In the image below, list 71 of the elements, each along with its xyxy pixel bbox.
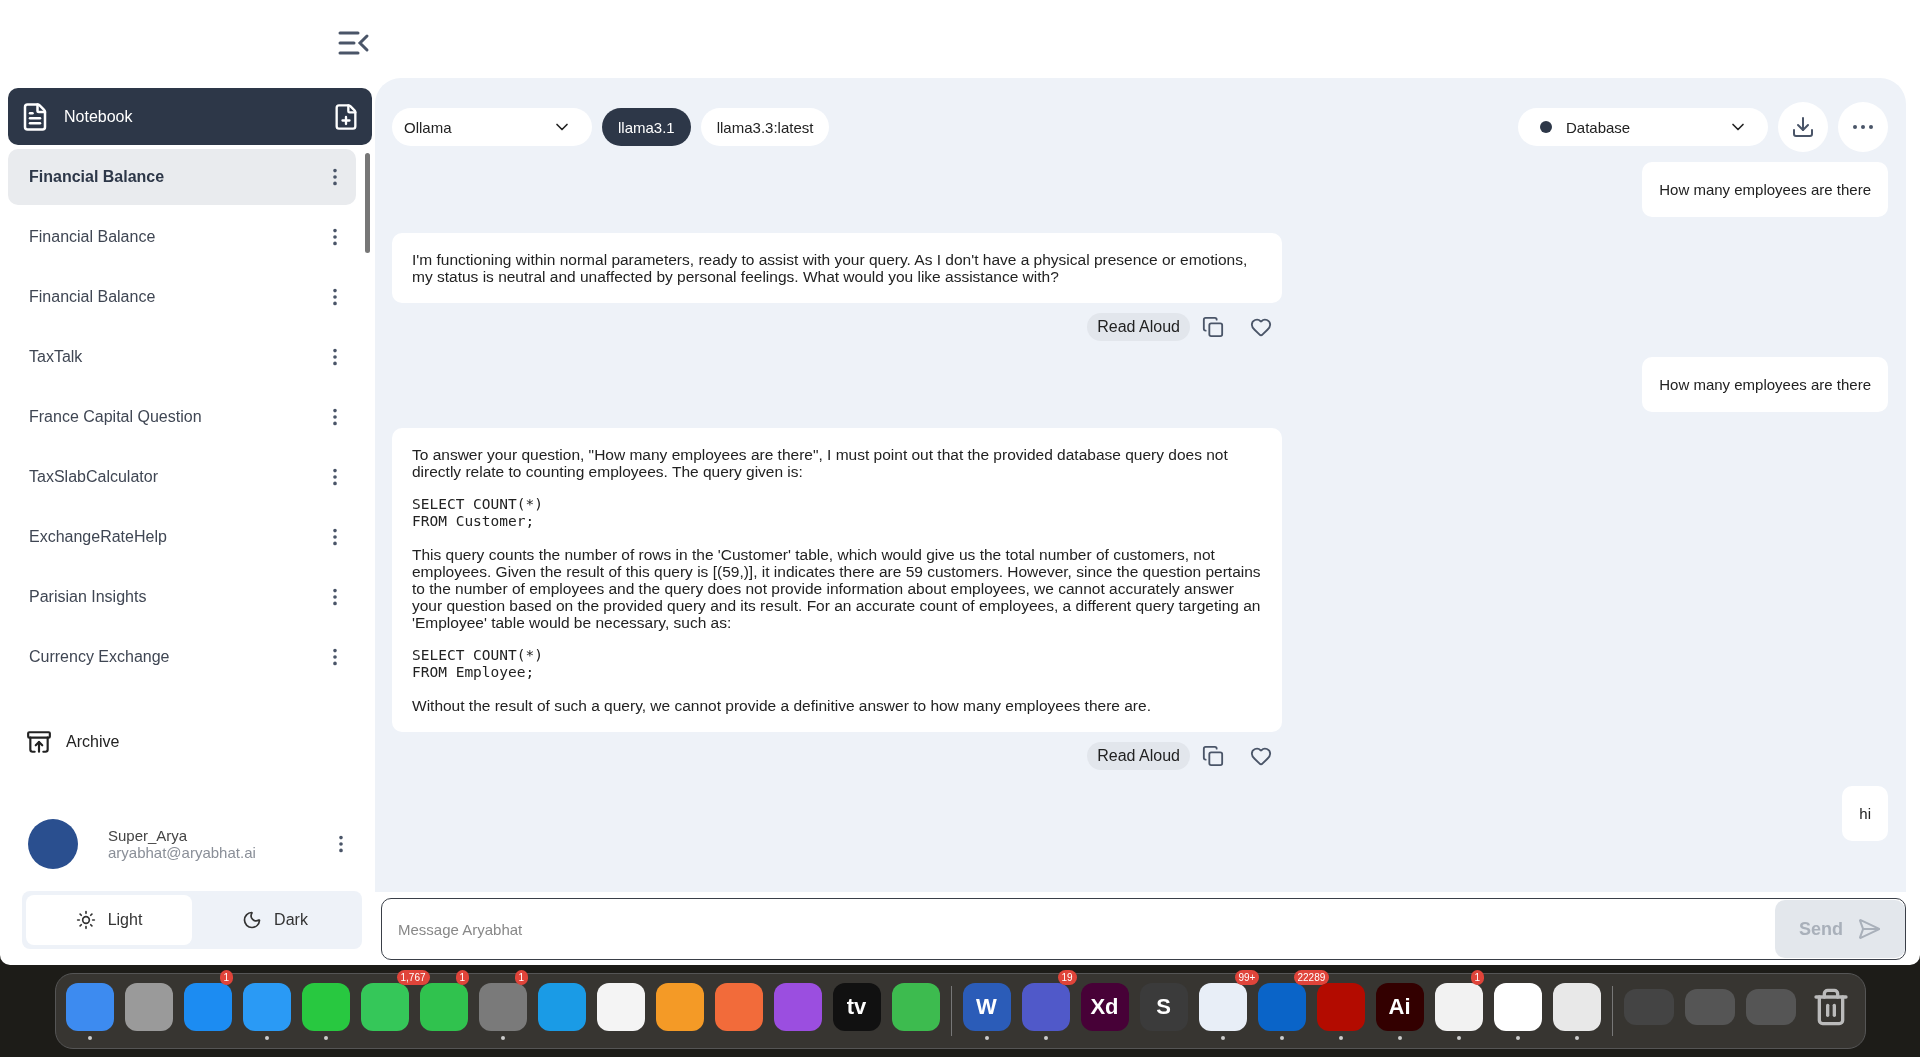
user-message: How many employees are there — [1642, 162, 1888, 217]
notebook-title: Notebook — [64, 107, 134, 126]
user-name: Super_Arya — [108, 827, 189, 844]
app-icon[interactable] — [1434, 982, 1483, 1031]
app-icon[interactable] — [1552, 982, 1601, 1031]
app-icon[interactable]: tv — [832, 982, 881, 1031]
app-icon[interactable] — [655, 982, 704, 1031]
app-icon[interactable]: W — [962, 982, 1011, 1031]
notebook-header[interactable]: Notebook — [8, 88, 372, 145]
model-chip[interactable]: llama3.1 — [602, 108, 691, 146]
download-button[interactable] — [1778, 102, 1828, 152]
sun-icon — [75, 910, 96, 930]
app-icon[interactable] — [596, 982, 645, 1031]
message-text: This query counts the number of rows in the 'Customer' table, which would give us the total number of customers, not employees. Given the result of this query is [(59,)], it indicates there are 59 customers. However, since the question pertains to the number of employees and the query does not provide information about employees, we cannot accurately answer your question based on the provided query and its result. For an accurate count of employees, a different query targeting an 'Employee' table would be necessary, such as: — [412, 546, 1262, 631]
code-snippet: SELECT COUNT(*) FROM Employee; — [412, 647, 544, 681]
download-icon — [1791, 115, 1815, 139]
archive-label[interactable]: Archive — [66, 733, 120, 751]
sidebar-item[interactable]: TaxTalk — [8, 329, 356, 385]
sidebar-item[interactable]: France Capital Question — [8, 389, 356, 445]
app-icon[interactable]: Ai — [1375, 982, 1424, 1031]
code-snippet: SELECT COUNT(*) FROM Customer; — [412, 496, 544, 530]
notification-badge: 1 — [514, 969, 529, 985]
app-icon[interactable] — [1493, 982, 1542, 1031]
notification-badge: 22289 — [1293, 969, 1330, 985]
moon-icon — [242, 910, 263, 930]
copy-icon[interactable] — [1202, 316, 1224, 338]
copy-icon[interactable] — [1202, 745, 1224, 767]
sidebar-item[interactable]: Currency Exchange — [8, 629, 356, 685]
sidebar-item[interactable]: Financial Balance — [8, 149, 356, 205]
scrollbar[interactable] — [365, 153, 370, 253]
window-thumbnail[interactable] — [1684, 988, 1735, 1025]
source-dropdown[interactable]: Database — [1518, 108, 1768, 146]
app-icon[interactable] — [891, 982, 940, 1031]
sidebar-item[interactable]: Financial Balance — [8, 269, 356, 325]
notification-badge: 1 — [455, 969, 470, 985]
archive-icon[interactable] — [26, 729, 52, 755]
notification-badge: 1 — [1470, 969, 1485, 985]
theme-button[interactable]: Light — [26, 895, 192, 945]
user-message: hi — [1842, 786, 1888, 841]
notification-badge: 99+ — [1234, 969, 1260, 985]
app-icon[interactable]: S — [1139, 982, 1188, 1031]
notification-badge: 1,767 — [396, 969, 430, 985]
notification-badge: 1 — [219, 969, 234, 985]
notification-badge: 19 — [1057, 969, 1077, 985]
collapse-sidebar-icon[interactable] — [338, 30, 370, 56]
user-message: How many employees are there — [1642, 357, 1888, 412]
heart-icon[interactable] — [1250, 316, 1272, 338]
app-icon[interactable]: Xd — [1080, 982, 1129, 1031]
theme-button[interactable]: Dark — [192, 895, 358, 945]
app-icon[interactable] — [360, 982, 409, 1031]
sidebar-item[interactable]: Financial Balance — [8, 209, 356, 265]
app-icon[interactable] — [301, 982, 350, 1031]
heart-icon[interactable] — [1250, 745, 1272, 767]
message-text: Without the result of such a query, we cannot provide a definitive answer to how many employees there are. — [412, 697, 1152, 714]
status-dot — [1540, 121, 1552, 133]
read-aloud-button[interactable]: Read Aloud — [1087, 742, 1190, 770]
send-icon — [1857, 917, 1881, 941]
sidebar-item[interactable]: ExchangeRateHelp — [8, 509, 356, 565]
window-thumbnail[interactable] — [1745, 988, 1796, 1025]
more-icon — [1853, 125, 1873, 129]
app-icon[interactable] — [419, 982, 468, 1031]
app-icon[interactable] — [1198, 982, 1247, 1031]
message-text: I'm functioning within normal parameters, ready to assist with your query. As I don't have a physical presence or emotions, my status is neutral and unaffected by personal feelings. What would you like assistance with? — [412, 251, 1249, 285]
user-email: aryabhat@aryabhat.ai — [108, 844, 257, 861]
provider-dropdown[interactable]: Ollama — [392, 108, 592, 146]
sidebar-item[interactable]: TaxSlabCalculator — [8, 449, 356, 505]
sidebar-item[interactable]: Parisian Insights — [8, 569, 356, 625]
model-chip[interactable]: llama3.3:latest — [700, 108, 830, 146]
avatar — [28, 819, 78, 869]
read-aloud-button[interactable]: Read Aloud — [1087, 313, 1190, 341]
message-text: To answer your question, "How many employees are there", I must point out that the provided database query does not directly relate to counting employees. The query given is: — [412, 446, 1229, 480]
